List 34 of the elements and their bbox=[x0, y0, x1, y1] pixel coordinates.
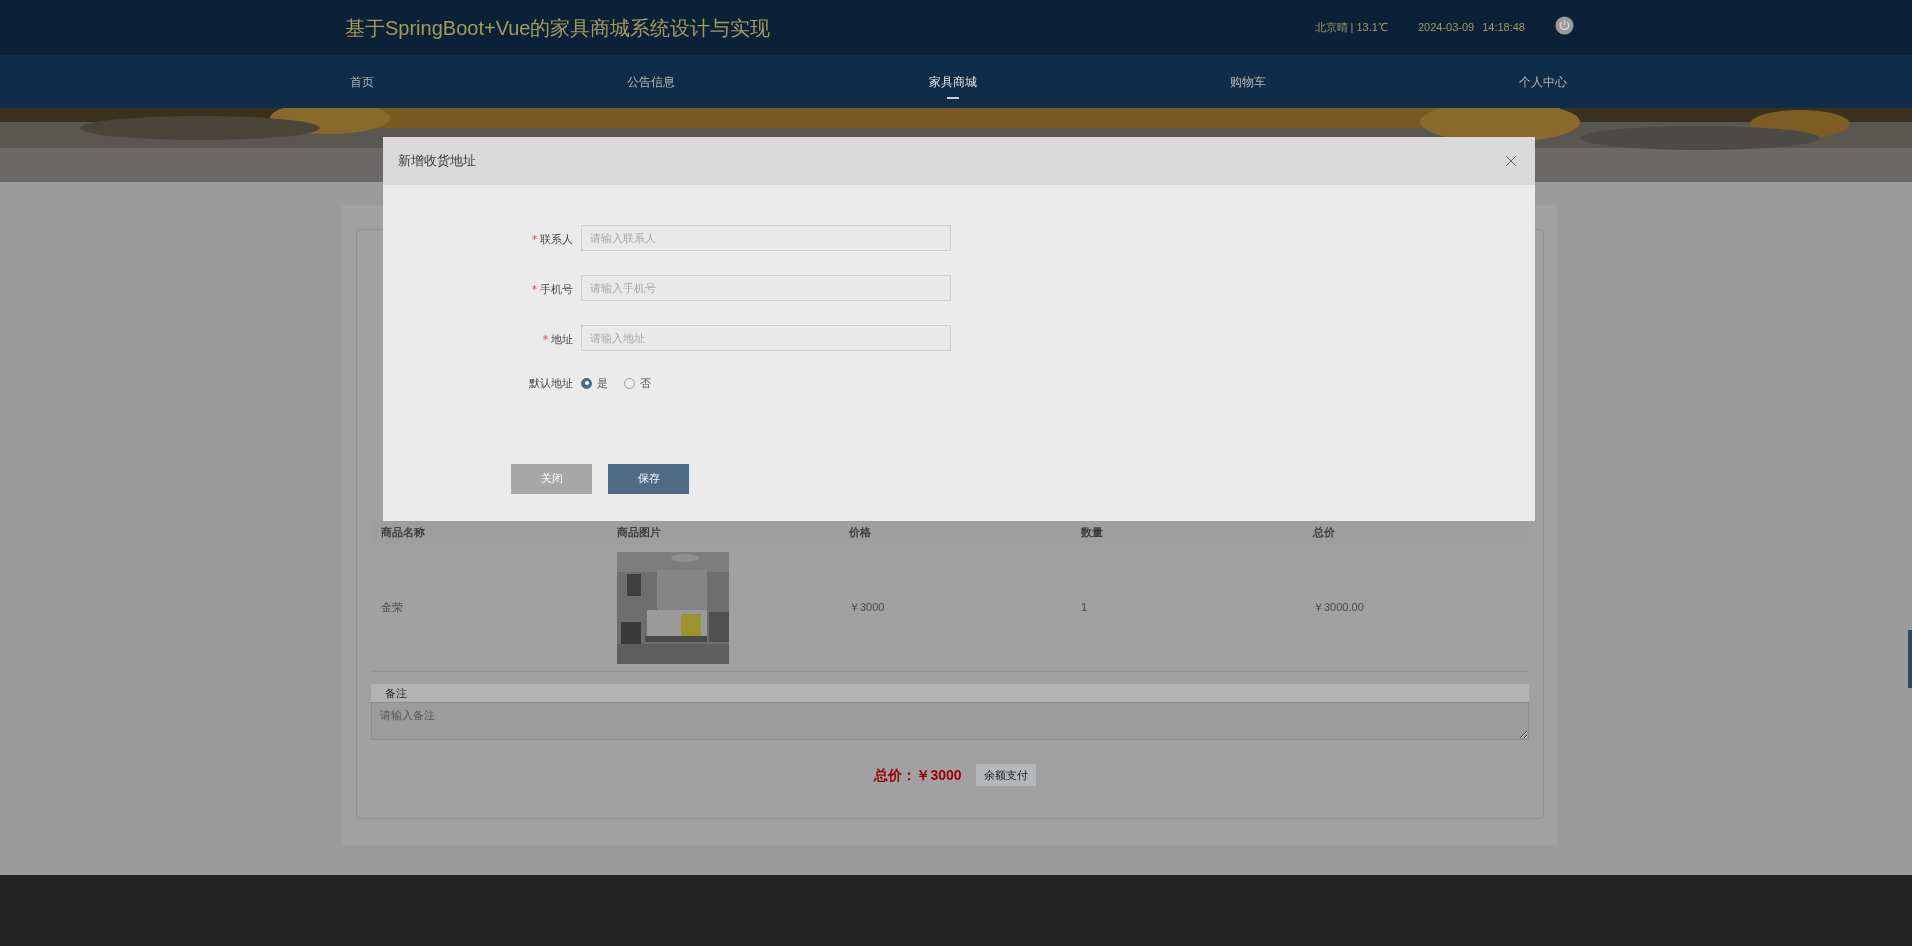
table-cell-text: ￥3000 bbox=[849, 600, 886, 616]
table-cell-text: 金荣 bbox=[381, 600, 404, 616]
note-field[interactable]: 请输入备注 bbox=[371, 702, 1529, 740]
field-label: 地址 bbox=[551, 332, 573, 348]
note-label: 备注 bbox=[385, 687, 407, 699]
column-header: 总价 bbox=[1313, 524, 1336, 540]
table-cell-text: ￥3000.00 bbox=[1313, 600, 1365, 616]
balance-pay-button[interactable]: 余额支付 bbox=[975, 764, 1036, 786]
column-header: 价格 bbox=[849, 524, 872, 540]
nav-link[interactable]: 首页 bbox=[350, 64, 374, 99]
table-cell-text: 1 bbox=[1081, 600, 1089, 616]
field-label: 默认地址 bbox=[528, 376, 574, 391]
site-title: 基于SpringBoot+Vue的家具商城系统设计与实现 bbox=[345, 15, 771, 41]
date-text: 2024-03-09 bbox=[1417, 20, 1475, 36]
dialog-title: 新增收货地址 bbox=[398, 152, 476, 171]
close-icon bbox=[1505, 155, 1517, 167]
nav-link[interactable]: 家具商城 bbox=[928, 64, 977, 99]
radio-option[interactable]: 否 bbox=[624, 375, 651, 392]
column-header: 商品名称 bbox=[381, 524, 426, 540]
scrollbar-thumb[interactable] bbox=[1908, 630, 1912, 688]
close-button[interactable] bbox=[1505, 155, 1517, 167]
radio-option[interactable]: 是 bbox=[581, 375, 608, 392]
time-text: 14:18:48 bbox=[1482, 20, 1525, 36]
column-header: 商品图片 bbox=[617, 524, 662, 540]
field-label: 联系人 bbox=[540, 232, 573, 248]
nav-link[interactable]: 购物车 bbox=[1229, 64, 1266, 99]
column-header: 数量 bbox=[1081, 524, 1104, 540]
total-price: 总价：￥3000 bbox=[874, 765, 962, 785]
weather-text: 北京晴 | 13.1℃ bbox=[1314, 20, 1388, 36]
field-label: 手机号 bbox=[540, 282, 573, 298]
power-icon[interactable] bbox=[1555, 16, 1574, 35]
save-button[interactable]: 保存 bbox=[608, 463, 689, 494]
nav-link[interactable]: 个人中心 bbox=[1519, 64, 1567, 99]
nav-link[interactable]: 公告信息 bbox=[627, 64, 676, 99]
